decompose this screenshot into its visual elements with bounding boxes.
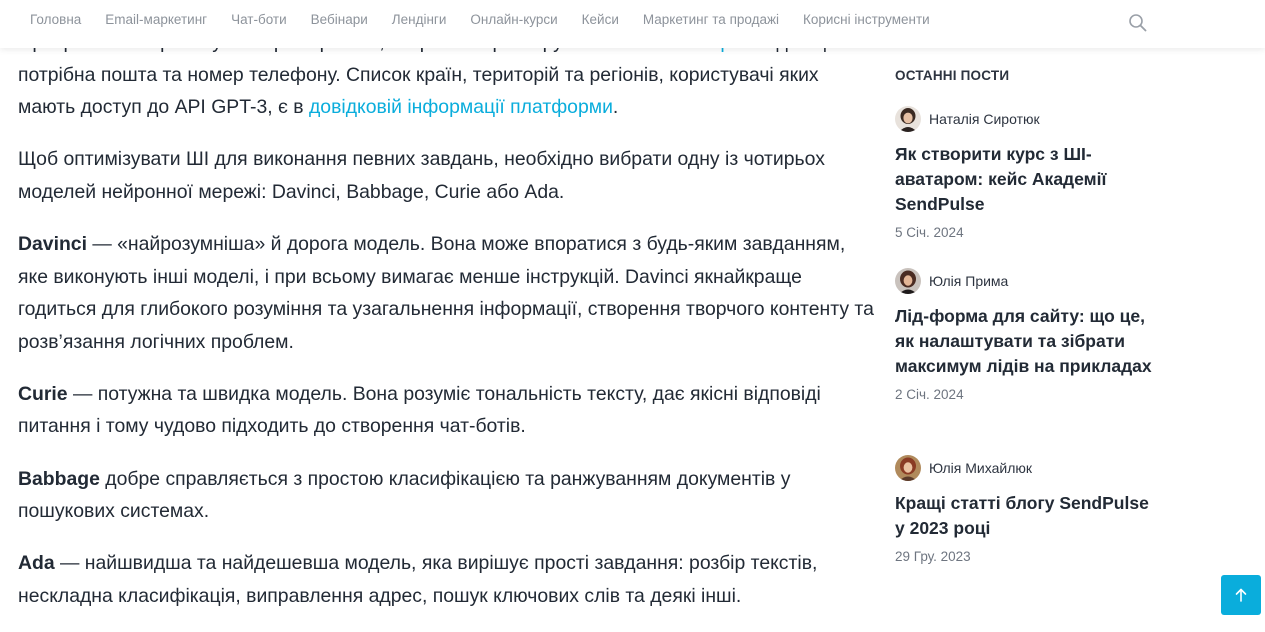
ada-description: — найшвидша та найдешевша модель, яка ви… <box>18 552 818 607</box>
davinci-description: — «найрозумніша» й дорога модель. Вона м… <box>18 232 874 353</box>
post-author[interactable]: Юлія Михайлюк <box>895 455 1155 481</box>
search-icon[interactable] <box>1128 13 1148 33</box>
post-date: 2 Січ. 2024 <box>895 387 964 402</box>
term-davinci: Davinci <box>18 232 87 255</box>
nav-item-webinars[interactable]: Вебінари <box>311 12 368 27</box>
nav-item-cases[interactable]: Кейси <box>582 12 619 27</box>
nav-item-landings[interactable]: Лендінги <box>392 12 447 27</box>
post-author[interactable]: Наталія Сиротюк <box>895 106 1155 132</box>
nav-item-useful-tools[interactable]: Корисні інструменти <box>803 12 930 27</box>
curie-description: — потужна та швидка модель. Вона розуміє… <box>18 382 821 438</box>
article-paragraph-ada: Ada — найшвидша та найдешевша модель, як… <box>18 547 878 612</box>
article-paragraph-babbage: Babbage добре справляється з простою кла… <box>18 463 878 528</box>
post-date: 5 Січ. 2024 <box>895 225 964 240</box>
article-paragraph-davinci: Davinci — «найрозумніша» й дорога модель… <box>18 228 878 358</box>
avatar <box>895 268 921 294</box>
avatar <box>895 106 921 132</box>
post-date: 29 Гру. 2023 <box>895 549 971 564</box>
nav-item-home[interactable]: Головна <box>30 12 81 27</box>
platform-help-link[interactable]: довідковій інформації платформи <box>309 96 613 118</box>
nav-item-marketing-sales[interactable]: Маркетинг та продажі <box>643 12 779 27</box>
nav-item-email-marketing[interactable]: Email-маркетинг <box>105 12 207 27</box>
article-paragraph-models: Щоб оптимізувати ШІ для виконання певних… <box>18 148 825 203</box>
registration-text-end: . <box>612 96 619 119</box>
avatar <box>895 455 921 481</box>
arrow-up-icon <box>1235 588 1247 602</box>
recent-post: Юлія Михайлюк Кращі статті блогу SendPul… <box>895 455 1155 564</box>
term-curie: Curie <box>18 382 68 405</box>
post-title-link[interactable]: Як створити курс з ШІ-аватаром: кейс Ака… <box>895 142 1153 217</box>
recent-post: Юлія Прима Лід-форма для сайту: що це, я… <box>895 268 1155 402</box>
term-babbage: Babbage <box>18 467 100 490</box>
article-paragraph-curie: Curie — потужна та швидка модель. Вона р… <box>18 378 878 443</box>
article-body: Щоб розпочати роботу з нейромережею, пот… <box>18 26 878 632</box>
post-title-link[interactable]: Кращі статті блогу SendPulse у 2023 році <box>895 491 1153 541</box>
post-title-link[interactable]: Лід-форма для сайту: що це, як налаштува… <box>895 304 1153 379</box>
top-navigation: Головна Email-маркетинг Чат-боти Вебінар… <box>0 0 1265 48</box>
author-name: Наталія Сиротюк <box>929 111 1040 127</box>
nav-item-chatbots[interactable]: Чат-боти <box>231 12 287 27</box>
babbage-description: добре справляється з простою класифікаці… <box>18 467 791 523</box>
term-ada: Ada <box>18 552 55 575</box>
scroll-to-top-button[interactable] <box>1221 575 1261 615</box>
recent-posts-heading: ОСТАННІ ПОСТИ <box>895 68 1010 83</box>
nav-item-online-courses[interactable]: Онлайн-курси <box>470 12 557 27</box>
recent-post: Наталія Сиротюк Як створити курс з ШІ-ав… <box>895 106 1155 240</box>
author-name: Юлія Прима <box>929 273 1009 289</box>
nav-menu: Головна Email-маркетинг Чат-боти Вебінар… <box>30 0 954 38</box>
post-author[interactable]: Юлія Прима <box>895 268 1155 294</box>
author-name: Юлія Михайлюк <box>929 460 1032 476</box>
